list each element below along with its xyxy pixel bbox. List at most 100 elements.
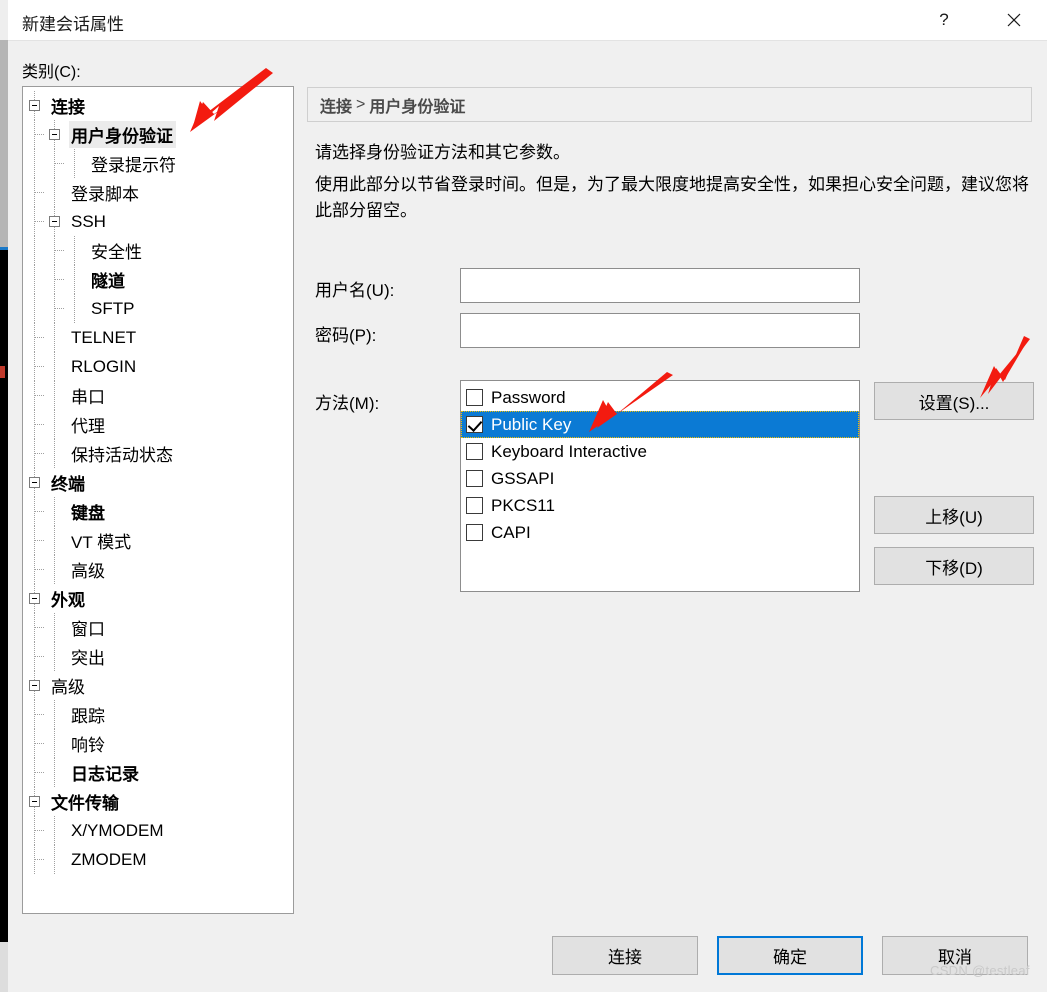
- tree-item[interactable]: 登录提示符: [23, 149, 293, 178]
- tree-item[interactable]: SSH: [23, 207, 293, 236]
- window-title: 新建会话属性: [22, 15, 124, 34]
- tree-elbow: [35, 714, 44, 715]
- tree-item[interactable]: VT 模式: [23, 526, 293, 555]
- method-row[interactable]: PKCS11: [461, 492, 859, 519]
- category-tree[interactable]: 连接 用户身份验证 登录提示符 登录脚本 SSH 安全性隧道 SFTP TELNET RLOGI…: [22, 86, 294, 914]
- tree-elbow: [55, 163, 64, 164]
- tree-indent: [23, 178, 69, 207]
- method-label: 方法(M):: [315, 394, 380, 413]
- tree-collapse-icon[interactable]: [49, 216, 60, 227]
- tree-collapse-icon[interactable]: [29, 477, 40, 488]
- method-row[interactable]: Public Key: [461, 411, 859, 438]
- checkbox-unchecked-icon[interactable]: [466, 389, 483, 406]
- method-row[interactable]: GSSAPI: [461, 465, 859, 492]
- tree-indent: [23, 526, 69, 555]
- method-label-text: Public Key: [491, 414, 572, 434]
- method-list[interactable]: Password Public Key Keyboard Interactive GS…: [460, 380, 860, 592]
- tree-item-label: 突出: [71, 649, 105, 668]
- checkbox-unchecked-icon[interactable]: [466, 443, 483, 460]
- ok-button[interactable]: 确定: [717, 936, 863, 975]
- tree-item-label: 隧道: [91, 272, 125, 291]
- tree-item[interactable]: 保持活动状态: [23, 439, 293, 468]
- tree-indent: [23, 149, 89, 178]
- checkbox-unchecked-icon[interactable]: [466, 497, 483, 514]
- method-row[interactable]: Password: [461, 384, 859, 411]
- username-input[interactable]: [460, 268, 860, 303]
- tree-item[interactable]: 用户身份验证: [23, 120, 293, 149]
- tree-indent: [23, 671, 49, 700]
- tree-item[interactable]: 高级: [23, 555, 293, 584]
- tree-item[interactable]: SFTP: [23, 294, 293, 323]
- description-line-1: 请选择身份验证方法和其它参数。: [315, 143, 570, 162]
- tree-item[interactable]: 串口: [23, 381, 293, 410]
- tree-guide-line: [74, 265, 75, 294]
- tree-item[interactable]: RLOGIN: [23, 352, 293, 381]
- breadcrumb-root: 连接: [320, 98, 353, 116]
- tree-item-label: 键盘: [71, 504, 105, 523]
- tree-elbow: [35, 830, 44, 831]
- tree-guide-line: [54, 613, 55, 642]
- tree-guide-line: [34, 265, 35, 294]
- password-input[interactable]: [460, 313, 860, 348]
- connect-button-label: 连接: [608, 948, 642, 967]
- move-up-button[interactable]: 上移(U): [874, 496, 1034, 534]
- tree-item[interactable]: TELNET: [23, 323, 293, 352]
- tree-item[interactable]: 安全性: [23, 236, 293, 265]
- tree-collapse-icon[interactable]: [29, 100, 40, 111]
- tree-item[interactable]: X/YMODEM: [23, 816, 293, 845]
- tree-item[interactable]: 跟踪: [23, 700, 293, 729]
- tree-item[interactable]: 窗口: [23, 613, 293, 642]
- title-bar: 新建会话属性 ?: [8, 0, 1047, 41]
- tree-item[interactable]: ZMODEM: [23, 845, 293, 874]
- settings-button[interactable]: 设置(S)...: [874, 382, 1034, 420]
- tree-indent: [23, 497, 69, 526]
- checkbox-checked-icon[interactable]: [466, 416, 483, 433]
- ok-button-label: 确定: [773, 948, 807, 967]
- tree-guide-line: [54, 729, 55, 758]
- method-row[interactable]: Keyboard Interactive: [461, 438, 859, 465]
- tree-collapse-icon[interactable]: [49, 129, 60, 140]
- tree-item[interactable]: 终端: [23, 468, 293, 497]
- tree-item[interactable]: 代理: [23, 410, 293, 439]
- tree-item[interactable]: 日志记录: [23, 758, 293, 787]
- tree-guide-line: [54, 178, 55, 207]
- tree-guide-line: [54, 845, 55, 874]
- tree-elbow: [35, 656, 44, 657]
- tree-guide-line: [54, 352, 55, 381]
- tree-indent: [23, 120, 69, 149]
- tree-item[interactable]: 文件传输: [23, 787, 293, 816]
- tree-collapse-icon[interactable]: [29, 593, 40, 604]
- move-down-button[interactable]: 下移(D): [874, 547, 1034, 585]
- method-row[interactable]: CAPI: [461, 519, 859, 546]
- tree-indent: [23, 787, 49, 816]
- tree-collapse-icon[interactable]: [29, 796, 40, 807]
- tree-elbow: [35, 540, 44, 541]
- tree-indent: [23, 729, 69, 758]
- close-button[interactable]: [991, 0, 1037, 40]
- checkbox-unchecked-icon[interactable]: [466, 524, 483, 541]
- breadcrumb: 连接 > 用户身份验证: [307, 87, 1032, 122]
- tree-indent: [23, 91, 49, 120]
- category-label-text: 类别(C):: [22, 64, 81, 81]
- tree-item[interactable]: 外观: [23, 584, 293, 613]
- breadcrumb-separator: >: [356, 95, 366, 113]
- tree-item[interactable]: 高级: [23, 671, 293, 700]
- connect-button[interactable]: 连接: [552, 936, 698, 975]
- checkbox-unchecked-icon[interactable]: [466, 470, 483, 487]
- tree-guide-line: [54, 816, 55, 845]
- help-button[interactable]: ?: [921, 0, 967, 40]
- tree-indent: [23, 410, 69, 439]
- tree-elbow: [35, 192, 44, 193]
- tree-item[interactable]: 连接: [23, 91, 293, 120]
- tree-indent: [23, 352, 69, 381]
- tree-item[interactable]: 突出: [23, 642, 293, 671]
- tree-elbow: [35, 366, 44, 367]
- tree-item[interactable]: 登录脚本: [23, 178, 293, 207]
- tree-item[interactable]: 响铃: [23, 729, 293, 758]
- tree-item[interactable]: 隧道: [23, 265, 293, 294]
- tree-item-label: 安全性: [91, 243, 142, 262]
- tree-item-label: X/YMODEM: [71, 820, 164, 840]
- tree-guide-line: [54, 555, 55, 584]
- tree-item[interactable]: 键盘: [23, 497, 293, 526]
- tree-collapse-icon[interactable]: [29, 680, 40, 691]
